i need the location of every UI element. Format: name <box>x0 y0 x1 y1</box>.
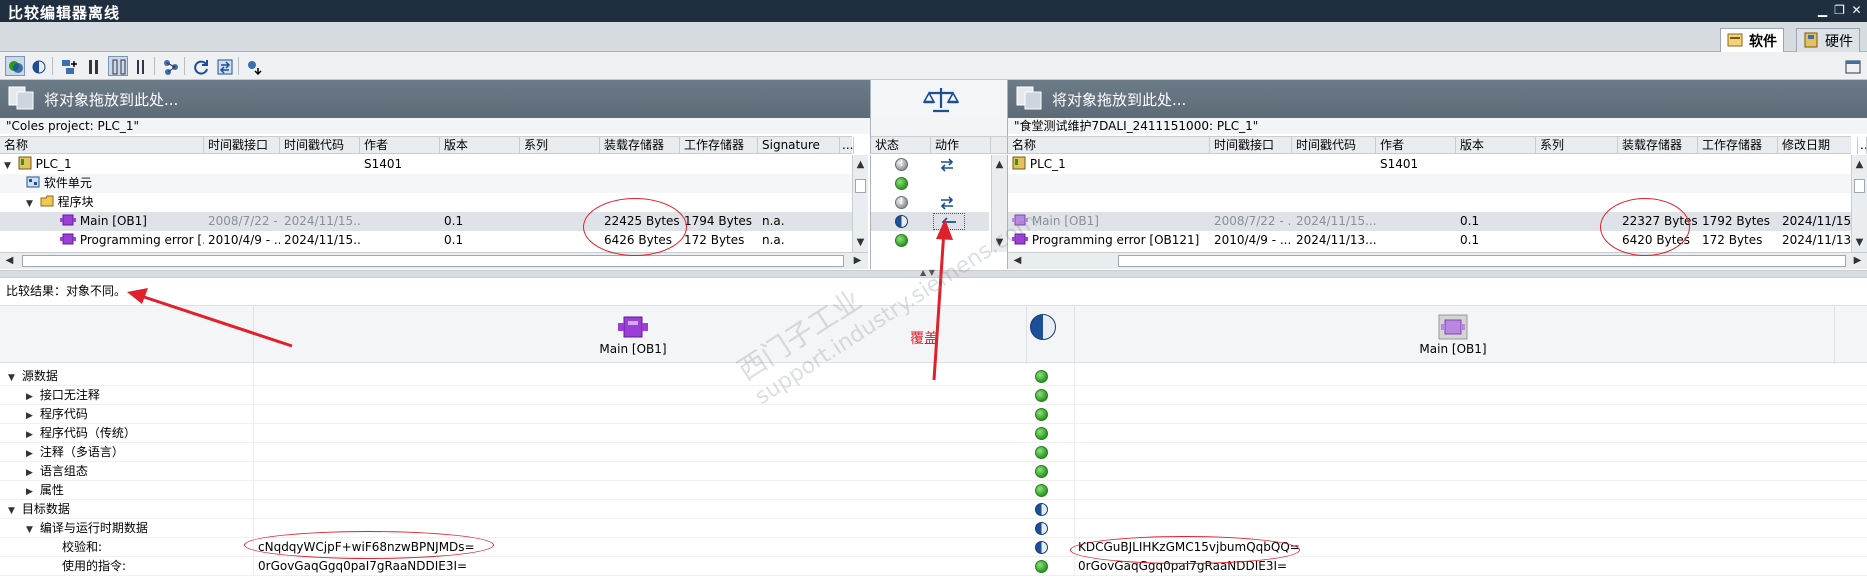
annotation-arrows <box>127 219 953 381</box>
